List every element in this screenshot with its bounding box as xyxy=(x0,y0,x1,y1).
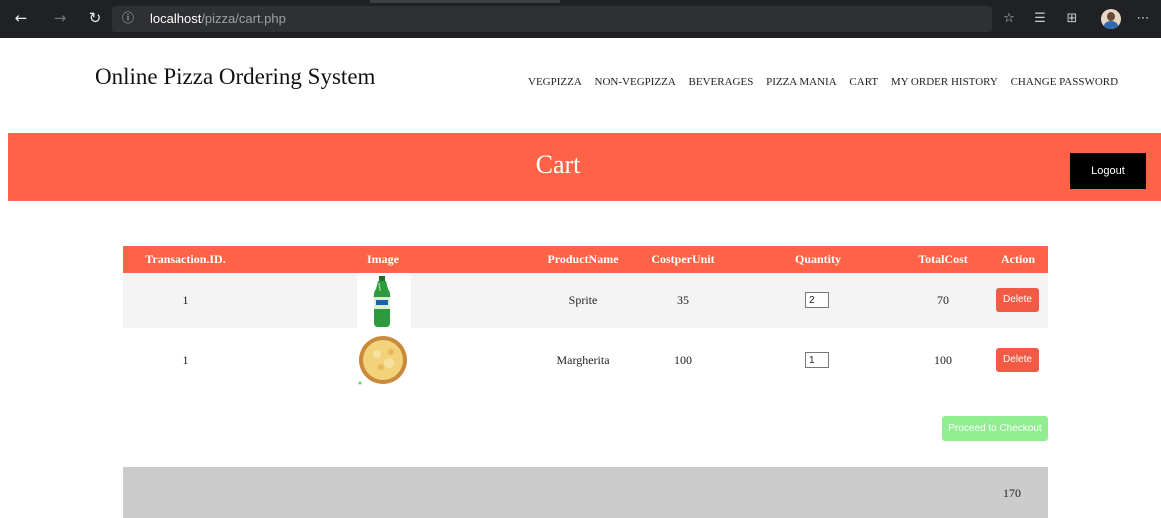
logout-button[interactable]: Logout xyxy=(1070,153,1146,189)
nav-cart[interactable]: CART xyxy=(849,76,878,88)
nav-order-history[interactable]: MY ORDER HISTORY xyxy=(891,76,998,88)
main-nav: VEGPIZZA NON-VEGPIZZA BEVERAGES PIZZA MA… xyxy=(528,76,1118,88)
grand-total-bar: 170 xyxy=(123,467,1048,518)
profile-avatar[interactable] xyxy=(1101,9,1121,29)
info-icon[interactable]: ⓘ xyxy=(120,10,136,26)
url-text: localhost/pizza/cart.php xyxy=(150,10,286,28)
cell-total-cost: 70 xyxy=(937,293,949,307)
sprite-bottle-image xyxy=(357,273,411,328)
nav-pizza-mania[interactable]: PIZZA MANIA xyxy=(766,76,837,88)
cart-table-header: Transaction.ID. Image ProductName Costpe… xyxy=(123,246,1048,273)
header-action: Action xyxy=(1001,252,1035,266)
avatar-body xyxy=(1104,21,1118,29)
back-arrow-icon[interactable]: ← xyxy=(12,9,30,27)
cell-cost-per-unit: 100 xyxy=(674,353,692,367)
favorite-star-icon[interactable]: ☆ xyxy=(1000,10,1018,28)
address-bar[interactable]: ⓘ localhost/pizza/cart.php xyxy=(112,6,992,32)
delete-button[interactable]: Delete xyxy=(996,348,1039,372)
tab-strip-accent xyxy=(370,0,560,3)
collections-icon[interactable]: ⊞ xyxy=(1063,10,1081,28)
browser-toolbar: ← → ↻ ⓘ localhost/pizza/cart.php ☆ ☰ ⊞ ⋯ xyxy=(0,0,1161,38)
refresh-icon[interactable]: ↻ xyxy=(86,9,104,27)
nav-nonvegpizza[interactable]: NON-VEGPIZZA xyxy=(595,76,676,88)
header-total-cost: TotalCost xyxy=(918,252,968,266)
nav-beverages[interactable]: BEVERAGES xyxy=(689,76,754,88)
quantity-input[interactable]: 1 xyxy=(805,352,829,368)
quantity-input[interactable]: 2 xyxy=(805,292,829,308)
url-path: /pizza/cart.php xyxy=(201,11,286,26)
proceed-to-checkout-button[interactable]: Proceed to Checkout xyxy=(942,416,1048,441)
more-menu-icon[interactable]: ⋯ xyxy=(1134,10,1152,28)
nav-vegpizza[interactable]: VEGPIZZA xyxy=(528,76,582,88)
favorites-list-icon[interactable]: ☰ xyxy=(1031,10,1049,28)
url-host: localhost xyxy=(150,11,202,26)
nav-change-password[interactable]: CHANGE PASSWORD xyxy=(1011,76,1118,88)
margherita-pizza-image xyxy=(357,333,411,388)
delete-button[interactable]: Delete xyxy=(996,288,1039,312)
site-title: Online Pizza Ordering System xyxy=(95,64,376,89)
header-transaction-id: Transaction.ID. xyxy=(145,252,226,266)
grand-total-value: 170 xyxy=(1003,486,1021,500)
table-row: 1 Margherita 100 1 100 Delete xyxy=(123,333,1048,388)
forward-arrow-icon[interactable]: → xyxy=(51,9,69,27)
cell-transaction-id: 1 xyxy=(182,293,189,307)
page-title: Cart xyxy=(535,150,581,179)
header-quantity: Quantity xyxy=(794,252,841,266)
cart-banner: Cart Logout xyxy=(8,133,1161,201)
cell-total-cost: 100 xyxy=(934,353,952,367)
header-image: Image xyxy=(367,252,399,266)
avatar-head xyxy=(1107,12,1115,21)
cell-transaction-id: 1 xyxy=(182,353,189,367)
cell-cost-per-unit: 35 xyxy=(677,293,689,307)
header-cost-per-unit: CostperUnit xyxy=(651,252,715,266)
table-row: 1 Sprite 35 2 70 Delete xyxy=(123,273,1048,328)
